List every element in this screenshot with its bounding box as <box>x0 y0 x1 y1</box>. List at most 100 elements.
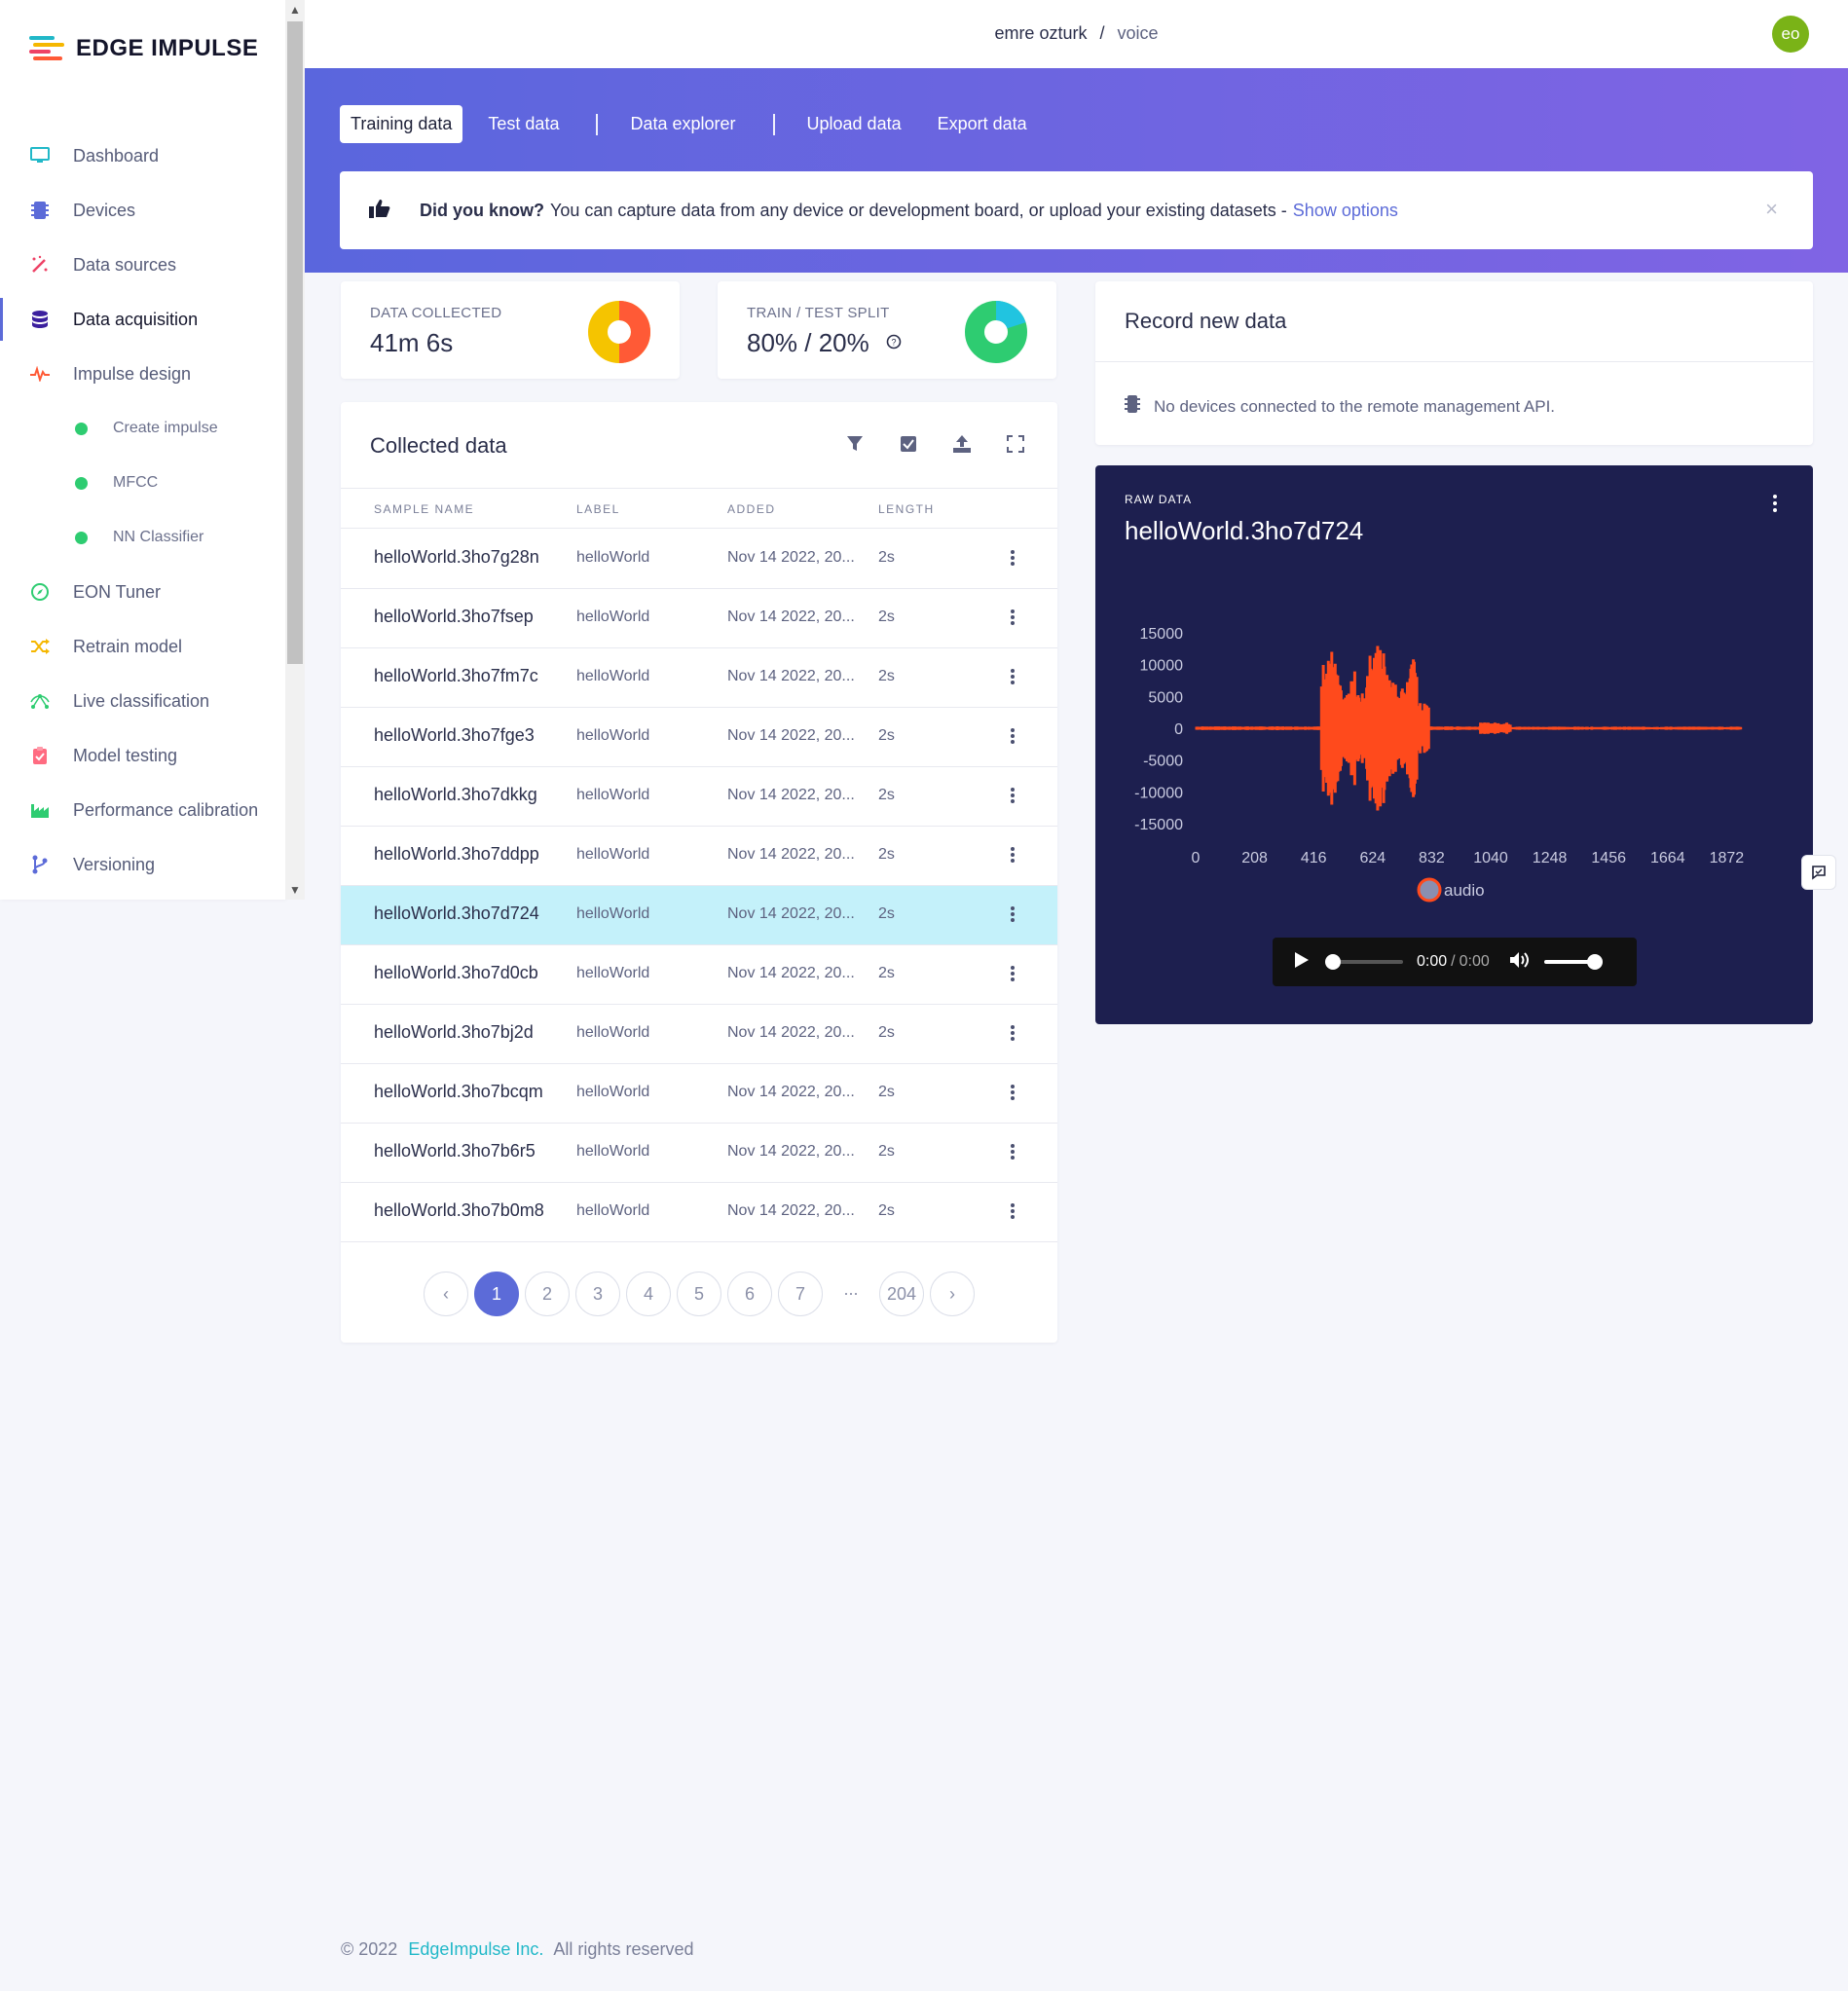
row-more-icon[interactable] <box>1008 903 1017 925</box>
sidebar-subitem-nn-classifier[interactable]: NN Classifier <box>0 510 285 565</box>
row-more-icon[interactable] <box>1008 607 1017 628</box>
footer-company-link[interactable]: EdgeImpulse Inc. <box>408 1939 543 1959</box>
row-more-icon[interactable] <box>1008 1022 1017 1044</box>
row-more-icon[interactable] <box>1008 963 1017 984</box>
row-more-icon[interactable] <box>1008 1200 1017 1222</box>
sample-name[interactable]: helloWorld.3ho7ddpp <box>374 844 539 865</box>
sample-name[interactable]: helloWorld.3ho7bj2d <box>374 1022 534 1043</box>
audio-progress-slider[interactable] <box>1325 954 1403 970</box>
row-more-icon[interactable] <box>1008 785 1017 806</box>
sidebar-item-performance-calibration[interactable]: Performance calibration <box>0 783 285 837</box>
page-button[interactable]: 6 <box>727 1272 772 1316</box>
legend-label[interactable]: audio <box>1444 881 1485 900</box>
volume-knob[interactable] <box>1586 954 1603 970</box>
tab-test-data[interactable]: Test data <box>477 105 570 143</box>
avatar[interactable]: eo <box>1772 16 1809 53</box>
chevron-left-icon[interactable]: ‹ <box>424 1272 468 1316</box>
page-button[interactable]: 4 <box>626 1272 671 1316</box>
sidebar-item-live-classification[interactable]: Live classification <box>0 674 285 728</box>
more-options-icon[interactable] <box>1772 495 1778 512</box>
sample-name[interactable]: helloWorld.3ho7fsep <box>374 607 534 627</box>
breadcrumb-user[interactable]: emre ozturk <box>994 23 1087 43</box>
sidebar-item-model-testing[interactable]: Model testing <box>0 728 285 783</box>
sample-name[interactable]: helloWorld.3ho7bcqm <box>374 1082 543 1102</box>
y-tick-label: 5000 <box>1148 689 1183 706</box>
row-more-icon[interactable] <box>1008 1082 1017 1103</box>
sidebar-subitem-mfcc[interactable]: MFCC <box>0 456 285 510</box>
table-row[interactable]: helloWorld.3ho7d724 helloWorld Nov 14 2022… <box>341 886 1057 945</box>
table-row[interactable]: helloWorld.3ho7ddpp helloWorld Nov 14 2022… <box>341 827 1057 886</box>
sample-name[interactable]: helloWorld.3ho7d0cb <box>374 963 538 983</box>
expand-icon[interactable] <box>1003 431 1028 457</box>
brand-logo[interactable]: EDGE IMPULSE <box>29 35 258 62</box>
sample-name[interactable]: helloWorld.3ho7b6r5 <box>374 1141 536 1161</box>
x-tick-label: 832 <box>1419 850 1445 866</box>
table-row[interactable]: helloWorld.3ho7fsep helloWorld Nov 14 2022… <box>341 589 1057 648</box>
play-icon[interactable] <box>1294 951 1310 974</box>
filter-icon[interactable] <box>842 431 868 457</box>
scroll-down-icon[interactable]: ▼ <box>285 880 305 900</box>
volume-slider[interactable] <box>1543 954 1603 970</box>
row-more-icon[interactable] <box>1008 1141 1017 1162</box>
page-button[interactable]: 2 <box>525 1272 570 1316</box>
sidebar-item-eon-tuner[interactable]: EON Tuner <box>0 565 285 619</box>
row-more-icon[interactable] <box>1008 666 1017 687</box>
sidebar-item-versioning[interactable]: Versioning <box>0 837 285 892</box>
raw-data-panel: RAW DATA helloWorld.3ho7d724 15000 10000 5… <box>1095 465 1813 1024</box>
page-button[interactable]: 7 <box>778 1272 823 1316</box>
sidebar-item-data-sources[interactable]: Data sources <box>0 238 285 292</box>
help-icon[interactable]: ? <box>886 334 902 350</box>
select-checkbox-icon[interactable] <box>896 431 921 457</box>
chevron-right-icon[interactable]: › <box>930 1272 975 1316</box>
sample-name[interactable]: helloWorld.3ho7fge3 <box>374 725 535 746</box>
upload-icon[interactable] <box>949 431 975 457</box>
table-row[interactable]: helloWorld.3ho7bcqm helloWorld Nov 14 2022… <box>341 1064 1057 1124</box>
sidebar-scrollbar[interactable]: ▲ ▼ <box>285 0 305 900</box>
table-row[interactable]: helloWorld.3ho7b0m8 helloWorld Nov 14 2022… <box>341 1183 1057 1242</box>
sidebar-item-dashboard[interactable]: Dashboard <box>0 129 285 183</box>
tab-training-data[interactable]: Training data <box>340 105 463 143</box>
tab-export-data[interactable]: Export data <box>927 105 1038 143</box>
feedback-button[interactable] <box>1801 855 1836 890</box>
audio-current-time: 0:00 <box>1417 953 1448 970</box>
table-row[interactable]: helloWorld.3ho7fm7c helloWorld Nov 14 2022… <box>341 648 1057 708</box>
legend-marker[interactable] <box>1417 877 1442 903</box>
scroll-up-icon[interactable]: ▲ <box>285 0 305 19</box>
column-header-length[interactable]: LENGTH <box>878 502 935 516</box>
tab-upload-data[interactable]: Upload data <box>796 105 912 143</box>
table-row[interactable]: helloWorld.3ho7fge3 helloWorld Nov 14 2022… <box>341 708 1057 767</box>
table-row[interactable]: helloWorld.3ho7d0cb helloWorld Nov 14 2022… <box>341 945 1057 1005</box>
column-header-label[interactable]: LABEL <box>576 502 620 516</box>
table-row[interactable]: helloWorld.3ho7b6r5 helloWorld Nov 14 2022… <box>341 1124 1057 1183</box>
volume-icon[interactable] <box>1509 951 1531 974</box>
sample-name[interactable]: helloWorld.3ho7b0m8 <box>374 1200 544 1221</box>
row-more-icon[interactable] <box>1008 844 1017 866</box>
page-button[interactable]: 204 <box>879 1272 924 1316</box>
table-row[interactable]: helloWorld.3ho7g28n helloWorld Nov 14 2022… <box>341 530 1057 589</box>
page-button[interactable]: 1 <box>474 1272 519 1316</box>
progress-knob[interactable] <box>1325 954 1341 970</box>
sidebar-item-devices[interactable]: Devices <box>0 183 285 238</box>
breadcrumb-project[interactable]: voice <box>1118 23 1159 43</box>
table-row[interactable]: helloWorld.3ho7bj2d helloWorld Nov 14 2022… <box>341 1005 1057 1064</box>
table-row[interactable]: helloWorld.3ho7dkkg helloWorld Nov 14 2022… <box>341 767 1057 827</box>
page-button[interactable]: 3 <box>575 1272 620 1316</box>
tab-data-explorer[interactable]: Data explorer <box>619 105 746 143</box>
sample-name[interactable]: helloWorld.3ho7dkkg <box>374 785 537 805</box>
sample-name[interactable]: helloWorld.3ho7fm7c <box>374 666 538 686</box>
column-header-added[interactable]: ADDED <box>727 502 776 516</box>
show-options-link[interactable]: Show options <box>1293 201 1398 221</box>
sidebar-subitem-create-impulse[interactable]: Create impulse <box>0 401 285 456</box>
sidebar-item-retrain-model[interactable]: Retrain model <box>0 619 285 674</box>
page-button[interactable]: 5 <box>677 1272 721 1316</box>
sidebar-item-label: Model testing <box>73 745 178 765</box>
sidebar-item-impulse-design[interactable]: Impulse design <box>0 347 285 401</box>
close-icon[interactable]: × <box>1765 197 1778 222</box>
column-header-sample-name[interactable]: SAMPLE NAME <box>374 502 474 516</box>
scrollbar-thumb[interactable] <box>287 21 303 664</box>
row-more-icon[interactable] <box>1008 725 1017 747</box>
row-more-icon[interactable] <box>1008 547 1017 569</box>
sample-name[interactable]: helloWorld.3ho7g28n <box>374 547 539 568</box>
sidebar-item-data-acquisition[interactable]: Data acquisition <box>0 292 285 347</box>
sample-name[interactable]: helloWorld.3ho7d724 <box>374 903 539 924</box>
